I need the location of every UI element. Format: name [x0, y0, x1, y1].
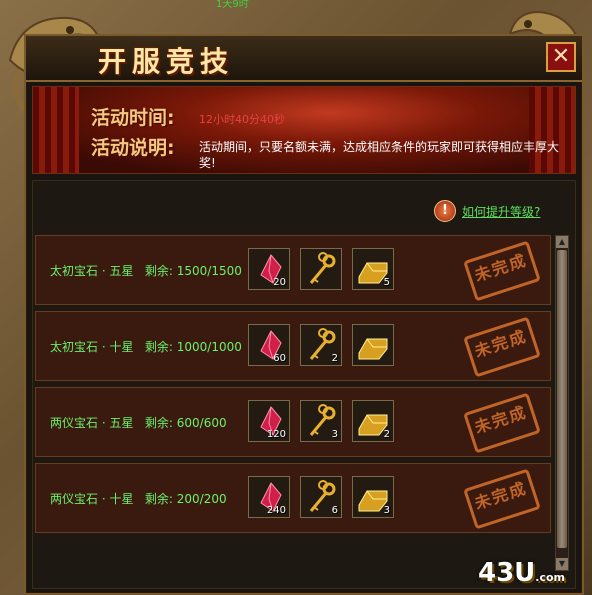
incomplete-stamp: 未完成: [463, 468, 541, 530]
window-titlebar: 开服竞技 ✕: [26, 36, 582, 82]
event-desc-label: 活动说明:: [91, 137, 175, 159]
reward-count: 5: [383, 277, 390, 288]
event-time-label: 活动时间:: [91, 107, 175, 129]
reward-slot-key[interactable]: [300, 248, 342, 290]
event-time-value: 12小时40分40秒: [199, 113, 285, 126]
reward-slot-key[interactable]: 2: [300, 324, 342, 366]
remaining-count: 剩余: 600/600: [144, 416, 227, 430]
event-info-banner: 活动时间: 12小时40分40秒 活动说明: 活动期间，只要名额未满，达成相应条…: [32, 86, 576, 174]
reward-slot-key[interactable]: 3: [300, 400, 342, 442]
reward-count: 3: [383, 505, 390, 516]
tier-name: 太初宝石 · 五星: [50, 264, 134, 278]
reward-slot-gold[interactable]: 2: [352, 400, 394, 442]
remaining-count: 剩余: 1000/1000: [144, 340, 242, 354]
golden-key-icon: [309, 252, 336, 284]
reward-slot-gem[interactable]: 240: [248, 476, 290, 518]
incomplete-stamp: 未完成: [463, 240, 541, 302]
reward-list: 太初宝石 · 五星 剩余: 1500/1500 20 5 未完成 太初宝石 · …: [35, 235, 551, 571]
gold-bar-icon: [358, 338, 388, 360]
incomplete-stamp: 未完成: [463, 316, 541, 378]
reward-count: 2: [331, 353, 338, 364]
reward-list-scrollbar[interactable]: ▲ ▼: [555, 235, 569, 571]
reward-count: 6: [331, 505, 338, 516]
reward-slot-gold[interactable]: 5: [352, 248, 394, 290]
reward-tier-label: 太初宝石 · 五星 剩余: 1500/1500: [50, 262, 242, 279]
close-button[interactable]: ✕: [546, 42, 576, 72]
reward-count: 120: [266, 429, 286, 440]
open-server-competition-window: 开服竞技 ✕ 活动时间: 12小时40分40秒 活动说明: 活动期间，只要名额未…: [24, 34, 584, 595]
reward-slot-gold[interactable]: [352, 324, 394, 366]
reward-row: 太初宝石 · 五星 剩余: 1500/1500 20 5 未完成: [35, 235, 551, 305]
reward-slot-gem[interactable]: 120: [248, 400, 290, 442]
scroll-up-arrow[interactable]: ▲: [556, 236, 568, 248]
window-title: 开服竞技: [98, 45, 235, 78]
reward-count: 3: [331, 429, 338, 440]
game-background: { "top_status": "1天9时", "window": { "tit…: [0, 0, 592, 595]
reward-slot-key[interactable]: 6: [300, 476, 342, 518]
tier-name: 太初宝石 · 十星: [50, 340, 134, 354]
reward-tier-label: 太初宝石 · 十星 剩余: 1000/1000: [50, 338, 242, 355]
logo-main: 43U: [478, 558, 536, 588]
curtain-left: [33, 87, 79, 173]
site-watermark-logo: 43U.com: [478, 558, 565, 588]
reward-count: 20: [273, 277, 286, 288]
reward-slot-gold[interactable]: 3: [352, 476, 394, 518]
how-to-level-up-link[interactable]: ! 如何提升等级?: [434, 199, 540, 223]
remaining-count: 剩余: 200/200: [144, 492, 227, 506]
reward-count: 60: [273, 353, 286, 364]
tier-name: 两仪宝石 · 十星: [50, 492, 134, 506]
event-desc-text: 活动期间，只要名额未满，达成相应条件的玩家即可获得相应丰厚大奖!: [199, 140, 560, 170]
logo-suffix: .com: [535, 571, 566, 584]
reward-tier-label: 两仪宝石 · 五星 剩余: 600/600: [50, 414, 227, 431]
reward-slot-gem[interactable]: 60: [248, 324, 290, 366]
exclamation-icon: !: [434, 200, 456, 222]
tier-name: 两仪宝石 · 五星: [50, 416, 134, 430]
reward-tier-label: 两仪宝石 · 十星 剩余: 200/200: [50, 490, 227, 507]
reward-row: 两仪宝石 · 五星 剩余: 600/600 120 3 2 未完成: [35, 387, 551, 457]
reward-row: 太初宝石 · 十星 剩余: 1000/1000 60 2 未完成: [35, 311, 551, 381]
reward-panel: ! 如何提升等级? 太初宝石 · 五星 剩余: 1500/1500 20 5 未…: [32, 180, 576, 589]
reward-row: 两仪宝石 · 十星 剩余: 200/200 240 6 3 未完成: [35, 463, 551, 533]
incomplete-stamp: 未完成: [463, 392, 541, 454]
reward-count: 2: [383, 429, 390, 440]
reward-count: 240: [266, 505, 286, 516]
help-link-text[interactable]: 如何提升等级?: [462, 203, 540, 220]
top-status-text: 1天9时: [216, 0, 249, 10]
remaining-count: 剩余: 1500/1500: [144, 264, 242, 278]
reward-slot-gem[interactable]: 20: [248, 248, 290, 290]
scroll-thumb[interactable]: [557, 250, 567, 548]
